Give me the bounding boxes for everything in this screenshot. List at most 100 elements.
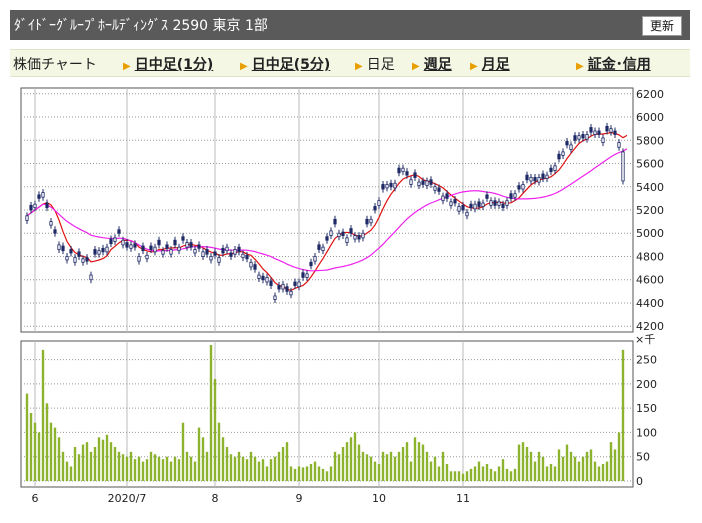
candle-body bbox=[197, 244, 201, 249]
arrow-right-icon: ▶ bbox=[355, 61, 363, 72]
volume-bar bbox=[357, 444, 361, 481]
volume-bar bbox=[153, 454, 157, 481]
volume-bar bbox=[97, 437, 101, 481]
candle-body bbox=[501, 203, 505, 209]
volume-bar bbox=[149, 451, 153, 481]
volume-bar bbox=[529, 451, 533, 481]
volume-bar bbox=[65, 461, 69, 481]
candle-body bbox=[165, 244, 169, 249]
candle-body bbox=[477, 201, 481, 207]
volume-bar bbox=[181, 422, 185, 481]
candle-body bbox=[49, 221, 53, 226]
candle-body bbox=[73, 257, 77, 263]
candle-body bbox=[221, 247, 225, 254]
candle-body bbox=[405, 171, 409, 176]
volume-bar bbox=[381, 451, 385, 481]
candle-body bbox=[553, 165, 557, 171]
volume-bar bbox=[493, 471, 497, 481]
candle-body bbox=[237, 246, 241, 253]
candle-body bbox=[557, 153, 561, 160]
candle-body bbox=[77, 251, 81, 257]
candle-body bbox=[277, 285, 281, 290]
candle-body bbox=[505, 200, 509, 206]
candle-body bbox=[45, 202, 49, 209]
nav-margin-link[interactable]: ▶ 証金･信用 bbox=[576, 54, 651, 74]
volume-bar bbox=[157, 456, 161, 481]
volume-bar bbox=[133, 459, 137, 481]
candle-body bbox=[61, 245, 65, 252]
candle-body bbox=[81, 258, 85, 263]
volume-bar bbox=[349, 437, 353, 481]
refresh-button[interactable]: 更新 bbox=[642, 16, 682, 36]
volume-bar bbox=[445, 464, 449, 481]
volume-bar bbox=[473, 466, 477, 481]
volume-bar bbox=[541, 456, 545, 481]
candle-body bbox=[153, 246, 157, 253]
candle-body bbox=[437, 187, 441, 192]
candle-body bbox=[481, 202, 485, 207]
volume-bar bbox=[33, 422, 37, 481]
candle-body bbox=[581, 134, 585, 139]
volume-bar bbox=[325, 471, 329, 481]
volume-bar bbox=[437, 466, 441, 481]
volume-bar bbox=[621, 349, 625, 481]
candle-body bbox=[113, 237, 117, 242]
candle-body bbox=[429, 179, 433, 185]
nav-weekly-link[interactable]: ▶ 週足 bbox=[412, 54, 452, 74]
candle-body bbox=[601, 137, 605, 144]
nav-intraday-1min-link[interactable]: ▶ 日中足(1分) bbox=[123, 54, 213, 74]
volume-bar bbox=[61, 451, 65, 481]
candle-body bbox=[617, 142, 621, 148]
candle-body bbox=[397, 167, 401, 174]
candle-body bbox=[177, 246, 181, 252]
candle-body bbox=[213, 251, 217, 256]
y-tick-label: 6200 bbox=[636, 88, 664, 101]
candle-body bbox=[193, 249, 197, 254]
candle-body bbox=[261, 275, 265, 281]
volume-bar bbox=[301, 467, 305, 481]
candle-body bbox=[93, 249, 97, 255]
x-tick-label: 9 bbox=[296, 492, 303, 505]
candle-body bbox=[205, 249, 209, 255]
volume-bar bbox=[581, 456, 585, 481]
candle-body bbox=[273, 295, 277, 300]
candle-body bbox=[493, 200, 497, 206]
nav-monthly-link[interactable]: ▶ 月足 bbox=[470, 54, 510, 74]
volume-bar bbox=[205, 451, 209, 481]
y-tick-label: 5600 bbox=[636, 158, 664, 171]
nav-intraday-5min-label: 日中足(5分) bbox=[251, 57, 331, 73]
volume-bar bbox=[409, 461, 413, 481]
candle-body bbox=[465, 211, 469, 217]
x-tick-label: 10 bbox=[372, 492, 386, 505]
candle-body bbox=[605, 125, 609, 132]
candle-body bbox=[469, 203, 473, 209]
candle-body bbox=[121, 239, 125, 246]
candle-body bbox=[201, 251, 205, 257]
stock-chart: 4200 4400 4600 4800 5000 5200 5400 5600 5800 6000… bbox=[20, 87, 664, 505]
volume-bar bbox=[257, 461, 261, 481]
candle-body bbox=[169, 249, 173, 255]
volume-bar bbox=[249, 451, 253, 481]
candle-body bbox=[137, 256, 141, 262]
volume-bar bbox=[321, 468, 325, 481]
candle-body bbox=[149, 245, 153, 250]
candle-body bbox=[289, 290, 293, 296]
volume-bar bbox=[49, 422, 53, 481]
volume-bar bbox=[265, 466, 269, 481]
nav-monthly-label: 月足 bbox=[481, 57, 510, 73]
candle-body bbox=[473, 203, 477, 210]
candle-body bbox=[29, 204, 33, 211]
candle-body bbox=[361, 232, 365, 239]
candle-body bbox=[549, 167, 553, 173]
y-tick-label: 5800 bbox=[636, 134, 664, 147]
volume-bar bbox=[173, 456, 177, 481]
candle-body bbox=[509, 193, 513, 199]
candle-body bbox=[365, 218, 369, 225]
candle-body bbox=[441, 195, 445, 202]
volume-bar bbox=[81, 444, 85, 481]
volume-bar bbox=[605, 461, 609, 481]
candle-body bbox=[533, 177, 537, 182]
candle-body bbox=[541, 173, 545, 180]
volume-bar bbox=[177, 459, 181, 481]
nav-intraday-5min-link[interactable]: ▶ 日中足(5分) bbox=[240, 54, 330, 74]
